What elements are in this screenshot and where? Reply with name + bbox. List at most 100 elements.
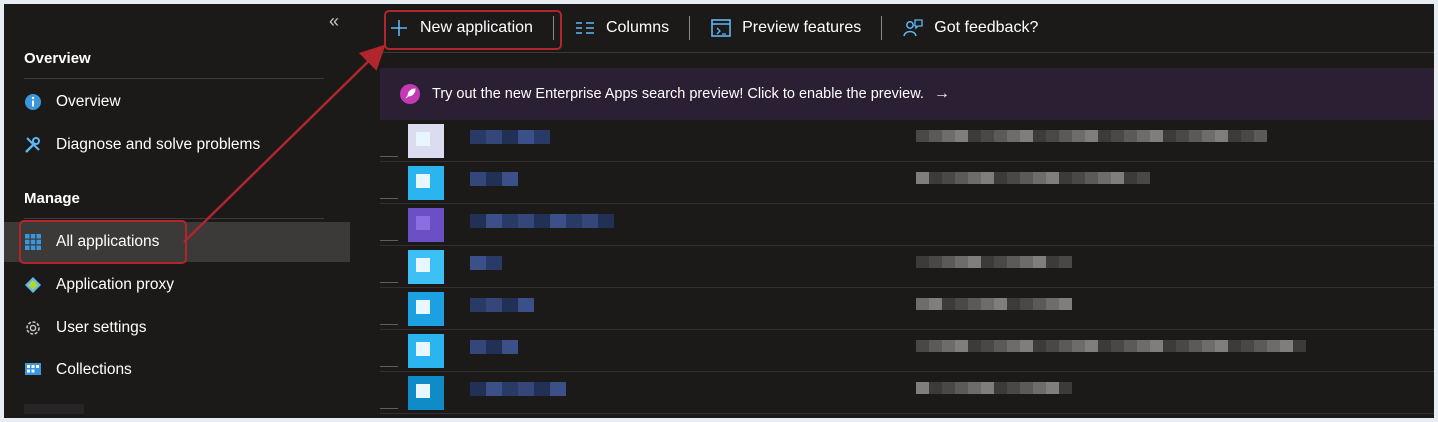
blurred-pixel [486,298,502,312]
blurred-pixel [955,298,968,310]
blurred-pixel [486,214,502,228]
sidebar-item-label: Application proxy [56,276,175,293]
blurred-pixel [916,382,929,394]
wrench-icon [22,134,44,156]
sidebar-item-user-settings[interactable]: User settings [4,308,350,348]
blurred-pixel [994,130,1007,142]
blurred-pixel [916,256,929,268]
new-application-button[interactable]: New application [380,10,541,46]
blurred-pixel [942,172,955,184]
blurred-pixel [981,256,994,268]
blurred-pixel [502,214,518,228]
blurred-pixel [470,172,486,186]
blurred-pixel [534,214,550,228]
blurred-pixel [955,172,968,184]
blurred-pixel [929,172,942,184]
blurred-pixel [994,382,1007,394]
sidebar-item-all-applications[interactable]: All applications [4,222,350,262]
sidebar-item-collections[interactable]: Collections [4,350,350,390]
blurred-pixel [1033,172,1046,184]
table-row[interactable] [380,162,1434,204]
blurred-pixel [1020,298,1033,310]
table-row[interactable] [380,120,1434,162]
columns-label: Columns [605,19,670,36]
preview-features-button[interactable]: Preview features [702,10,869,46]
table-row[interactable] [380,288,1434,330]
blurred-pixel [1098,340,1111,352]
blurred-pixel [1033,130,1046,142]
sidebar-item-overview[interactable]: Overview [4,82,350,122]
columns-icon [574,17,596,39]
blurred-pixel [1163,130,1176,142]
blurred-pixel [1124,130,1137,142]
blurred-pixel [916,298,929,310]
blurred-pixel [942,256,955,268]
sidebar-item-label: User settings [56,319,147,336]
blurred-pixel [1072,130,1085,142]
columns-button[interactable]: Columns [566,10,677,46]
blurred-pixel [470,256,486,270]
blurred-pixel [942,382,955,394]
search-preview-banner[interactable]: Try out the new Enterprise Apps search p… [380,68,1434,120]
blurred-pixel [470,298,486,312]
blurred-pixel [968,298,981,310]
sidebar-item-label: All applications [56,233,160,250]
blurred-pixel [1254,130,1267,142]
blurred-pixel [502,130,518,144]
blurred-pixel [1202,340,1215,352]
blurred-pixel [1241,130,1254,142]
blurred-pixel [1085,130,1098,142]
table-row[interactable] [380,246,1434,288]
blurred-pixel [1176,340,1189,352]
row-tick [380,240,398,241]
blurred-pixel [470,382,486,396]
blurred-pixel [1228,130,1241,142]
blurred-pixel [929,298,942,310]
plus-icon [388,17,410,39]
section-heading-overview: Overview [24,50,91,67]
blurred-pixel [1137,130,1150,142]
blurred-pixel [1020,130,1033,142]
blurred-pixel [416,258,430,272]
blurred-pixel [1007,382,1020,394]
blurred-pixel [968,256,981,268]
blurred-pixel [1163,340,1176,352]
blurred-pixel [1267,340,1280,352]
row-tick [380,156,398,157]
got-feedback-button[interactable]: Got feedback? [894,10,1046,46]
blurred-pixel [566,214,582,228]
blurred-pixel [929,340,942,352]
sidebar-item-diagnose[interactable]: Diagnose and solve problems [4,125,350,165]
info-icon [22,91,44,113]
toolbar-divider [380,52,1434,53]
toolbar-separator [689,16,691,40]
sidebar: « Overview Overview Diagnose and solve p… [4,4,354,418]
blurred-pixel [1046,256,1059,268]
blurred-pixel [518,382,534,396]
grid-icon [22,231,44,253]
blurred-pixel [1137,172,1150,184]
blurred-pixel [470,130,486,144]
blurred-pixel [1046,340,1059,352]
blurred-pixel [502,172,518,186]
blurred-pixel [502,298,518,312]
blurred-pixel [518,298,534,312]
sidebar-item-application-proxy[interactable]: Application proxy [4,265,350,305]
collapse-sidebar-button[interactable]: « [322,10,346,34]
blurred-pixel [968,130,981,142]
blurred-pixel [1020,172,1033,184]
blurred-pixel [470,214,486,228]
table-row[interactable] [380,330,1434,372]
blurred-pixel [1046,298,1059,310]
blurred-pixel [486,256,502,270]
blurred-pixel [929,130,942,142]
blurred-pixel [916,340,929,352]
blurred-pixel [1085,172,1098,184]
table-row[interactable] [380,372,1434,414]
toolbar-separator [552,16,554,40]
table-row[interactable] [380,204,1434,246]
blurred-pixel [416,132,430,146]
preview-features-label: Preview features [742,19,862,36]
blurred-pixel [1124,172,1137,184]
blurred-pixel [1241,340,1254,352]
